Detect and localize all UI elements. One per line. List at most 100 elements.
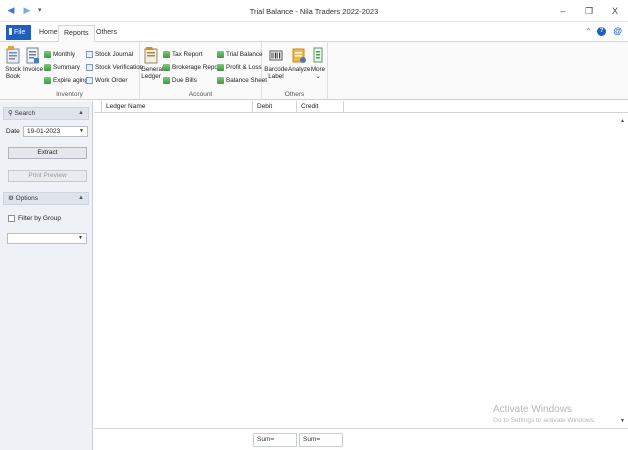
- account-group-label: Account: [188, 91, 213, 98]
- date-picker[interactable]: 19-01-2023 ▼: [23, 126, 88, 137]
- filter-by-group-checkbox[interactable]: Filter by Group: [8, 215, 61, 222]
- collapse-options-icon[interactable]: ▲: [78, 193, 84, 204]
- tax-report-icon: [163, 50, 170, 58]
- others-group-label: Others: [284, 91, 305, 98]
- stock-verification-button[interactable]: Stock Verification: [86, 61, 143, 73]
- checkbox-icon[interactable]: [8, 215, 15, 222]
- summary-label: Summary: [53, 63, 80, 71]
- balance-sheet-label: Balance Sheet: [226, 76, 267, 84]
- more-chevron-down-icon: ⌄: [315, 73, 321, 80]
- row-indicator-header: [94, 101, 102, 113]
- search-panel-header[interactable]: ⚲ Search ▲: [3, 107, 89, 120]
- more-icon: [311, 46, 325, 64]
- stock-verification-label: Stock Verification: [95, 63, 144, 71]
- work-order-icon: [86, 76, 93, 84]
- stock-journal-icon: [86, 50, 93, 58]
- column-ledger-name[interactable]: Ledger Name: [102, 101, 253, 113]
- maximize-button[interactable]: ❐: [576, 0, 602, 22]
- options-icon: ⚙: [8, 195, 16, 202]
- monthly-button[interactable]: Monthly: [44, 48, 75, 60]
- expire-aging-icon: [44, 76, 51, 84]
- file-icon: [9, 28, 12, 35]
- trial-balance-button[interactable]: Trial Balance: [217, 48, 263, 60]
- collapse-ribbon-icon[interactable]: ^: [587, 28, 590, 35]
- stock-book-label-2: Book: [5, 73, 21, 80]
- title-bar: ◀ ▶ ▾ Trial Balance - Nila Traders 2022-…: [0, 0, 628, 22]
- column-debit[interactable]: Debit: [253, 101, 297, 113]
- date-dropdown-icon[interactable]: ▼: [79, 127, 84, 136]
- file-tab[interactable]: File: [6, 25, 31, 40]
- general-ledger-icon: [144, 46, 158, 64]
- work-order-button[interactable]: Work Order: [86, 74, 127, 86]
- extract-button[interactable]: Extract: [8, 147, 87, 159]
- ribbon: Stock Book Invoice Monthly Summary Expir…: [0, 42, 628, 100]
- inventory-group-label: Inventory: [56, 91, 83, 98]
- group-select[interactable]: ▼: [7, 233, 87, 244]
- profit-loss-icon: [217, 63, 224, 71]
- trial-balance-grid: Ledger Name Debit Credit ▲ ▼ Activate Wi…: [94, 101, 628, 450]
- balance-sheet-icon: [217, 76, 224, 84]
- options-header-label: Options: [15, 195, 39, 202]
- barcode-label-button[interactable]: Barcode Label: [264, 46, 288, 80]
- grid-footer: Sum= Sum=: [94, 431, 628, 448]
- credit-sum: Sum=: [299, 433, 343, 447]
- column-credit[interactable]: Credit: [297, 101, 344, 113]
- more-button[interactable]: More ⌄: [310, 46, 326, 80]
- grid-header: Ledger Name Debit Credit: [94, 101, 628, 113]
- general-ledger-label-1: General: [141, 66, 164, 73]
- group-dropdown-icon[interactable]: ▼: [78, 234, 83, 243]
- brokerage-report-button[interactable]: Brokerage Report: [163, 61, 222, 73]
- stock-verification-icon: [86, 63, 93, 71]
- at-sign-icon[interactable]: @: [613, 27, 622, 36]
- search-icon: ⚲: [8, 110, 15, 117]
- left-pane: ⚲ Search ▲ Date 19-01-2023 ▼ Extract Pri…: [0, 101, 93, 450]
- analyze-icon: [292, 46, 306, 64]
- tab-others[interactable]: Others: [91, 25, 122, 42]
- analyze-label: Analyze: [288, 66, 311, 73]
- scroll-up-icon[interactable]: ▲: [620, 118, 625, 124]
- profit-loss-label: Profit & Loss: [226, 63, 262, 71]
- help-icon[interactable]: ?: [597, 27, 607, 36]
- stock-journal-button[interactable]: Stock Journal: [86, 48, 133, 60]
- print-preview-button[interactable]: Print Preview: [8, 170, 87, 182]
- filter-by-group-label: Filter by Group: [18, 215, 61, 222]
- barcode-icon: [269, 46, 283, 64]
- monthly-label: Monthly: [53, 50, 76, 58]
- tax-report-button[interactable]: Tax Report: [163, 48, 202, 60]
- close-button[interactable]: X: [602, 0, 628, 22]
- others-group: Barcode Label Analyze More ⌄ Others: [262, 42, 328, 100]
- brokerage-report-label: Brokerage Report: [172, 63, 222, 71]
- stock-book-label-1: Stock: [5, 66, 21, 73]
- minimize-button[interactable]: –: [550, 0, 576, 22]
- summary-button[interactable]: Summary: [44, 61, 80, 73]
- debit-sum: Sum=: [253, 433, 297, 447]
- more-label: More: [310, 66, 326, 73]
- barcode-label-2: Label: [268, 73, 284, 80]
- expire-aging-label: Expire aging: [53, 76, 89, 84]
- due-bills-button[interactable]: Due Bills: [163, 74, 197, 86]
- inventory-group: Stock Book Invoice Monthly Summary Expir…: [0, 42, 143, 100]
- collapse-search-icon[interactable]: ▲: [78, 108, 84, 119]
- invoice-icon: [26, 46, 40, 64]
- ribbon-tabs: File Home Reports Others ^ ? @: [0, 22, 628, 42]
- search-header-label: Search: [14, 110, 36, 117]
- date-value: 19-01-2023: [27, 128, 61, 135]
- analyze-button[interactable]: Analyze: [288, 46, 310, 73]
- expire-aging-button[interactable]: Expire aging: [44, 74, 88, 86]
- profit-loss-button[interactable]: Profit & Loss: [217, 61, 262, 73]
- scroll-down-icon[interactable]: ▼: [620, 418, 625, 424]
- invoice-button[interactable]: Invoice: [23, 46, 43, 73]
- window-controls: – ❐ X: [550, 0, 628, 22]
- tab-reports[interactable]: Reports: [58, 25, 95, 42]
- general-ledger-button[interactable]: General Ledger: [141, 46, 164, 80]
- grid-body[interactable]: ▲ ▼: [94, 113, 628, 429]
- stock-book-button[interactable]: Stock Book: [4, 46, 22, 80]
- options-panel-header[interactable]: ⚙ Options ▲: [3, 192, 89, 205]
- tax-report-label: Tax Report: [172, 50, 203, 58]
- balance-sheet-button[interactable]: Balance Sheet: [217, 74, 267, 86]
- activate-windows-watermark: Activate Windows Go to Settings to activ…: [493, 404, 596, 424]
- file-tab-label: File: [14, 29, 26, 36]
- stock-journal-label: Stock Journal: [95, 50, 134, 58]
- barcode-label-1: Barcode: [264, 66, 288, 73]
- date-label: Date: [6, 128, 20, 135]
